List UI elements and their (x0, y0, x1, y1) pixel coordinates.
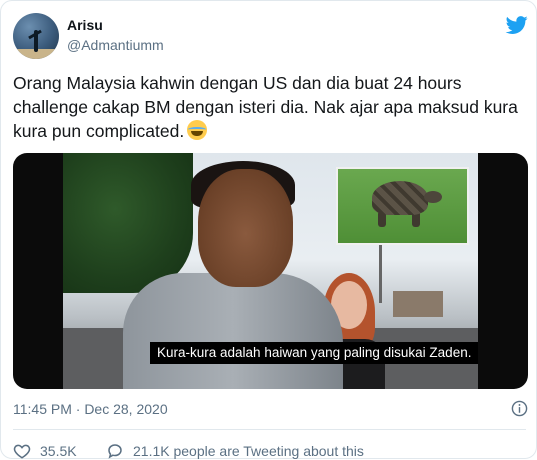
joy-emoji-icon (187, 120, 208, 140)
video-subtitle: Kura-kura adalah haiwan yang paling disu… (150, 342, 478, 364)
like-count: 35.5K (40, 443, 77, 459)
tortoise-inset-image (336, 167, 469, 245)
author-name[interactable]: Arisu (67, 17, 103, 33)
comment-icon (108, 444, 122, 459)
tweeting-button[interactable]: 21.1K people are Tweeting about this (106, 442, 364, 460)
video-media[interactable]: Kura-kura adalah haiwan yang paling disu… (13, 153, 528, 389)
tweet-body: Orang Malaysia kahwin dengan US dan dia … (13, 73, 518, 141)
tweeting-text: 21.1K people are Tweeting about this (133, 443, 364, 459)
tweet-card: Arisu @Admantiumm Orang Malaysia kahwin … (0, 0, 537, 459)
tweet-timestamp[interactable]: 11:45 PM · Dec 28, 2020 (13, 401, 168, 417)
like-button[interactable]: 35.5K (13, 442, 77, 460)
heart-icon (13, 444, 31, 459)
divider (13, 429, 526, 430)
twitter-bird-icon[interactable] (505, 14, 529, 36)
info-icon[interactable] (511, 400, 528, 417)
avatar[interactable] (13, 13, 59, 59)
video-frame[interactable]: Kura-kura adalah haiwan yang paling disu… (63, 153, 478, 389)
tweet-text: Orang Malaysia kahwin dengan US dan dia … (13, 71, 523, 143)
author-handle[interactable]: @Admantiumm (67, 37, 164, 53)
